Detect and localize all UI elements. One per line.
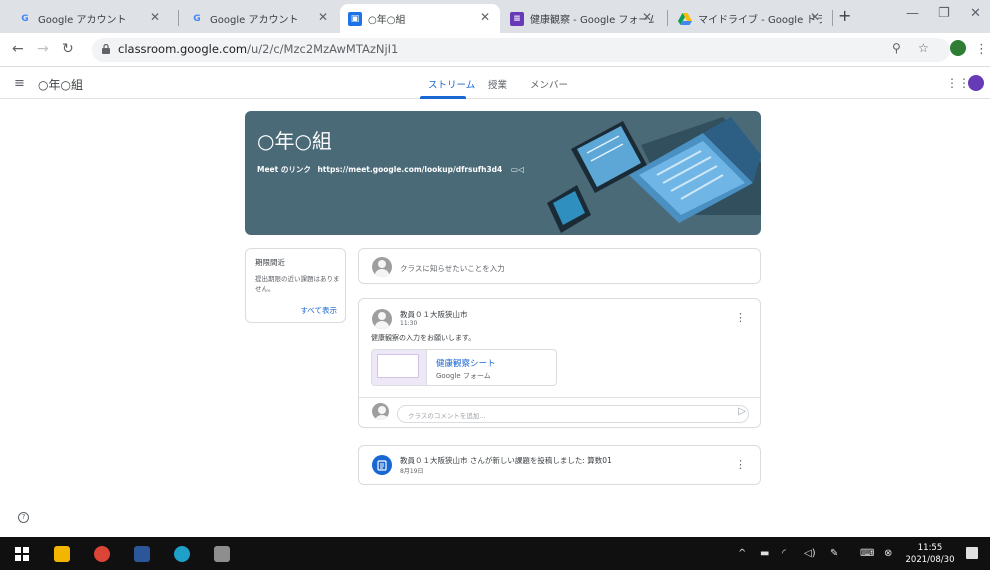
browser-toolbar: ← → ↻ classroom.google.com/u/2/c/Mzc2MzA… [0, 33, 990, 67]
tab-separator [667, 10, 668, 26]
close-window-icon[interactable]: ✕ [970, 6, 981, 21]
battery-icon[interactable]: ▬ [760, 548, 769, 559]
close-tab-icon[interactable]: ✕ [642, 10, 652, 24]
comment-row: クラスのコメントを追加... ▷ [359, 397, 760, 427]
google-g-icon: G [193, 13, 201, 24]
close-tab-icon[interactable]: ✕ [318, 10, 328, 24]
browser-tab[interactable]: G Google アカウント ✕ [10, 4, 170, 33]
browser-tab-active[interactable]: ▣ ○年○組 ✕ [340, 4, 500, 33]
assignment-date: 8月19日 [400, 468, 424, 475]
tab-stream[interactable]: ストリーム [428, 77, 475, 91]
announce-placeholder[interactable]: クラスに知らせたいことを入力 [400, 263, 505, 274]
upcoming-body: 提出期限の近い課題はありません。 [255, 275, 340, 293]
browser-menu-icon[interactable]: ⋮ [975, 42, 988, 57]
assignment-text[interactable]: 教員０１大阪狭山市 さんが新しい課題を投稿しました: 算数01 [400, 455, 612, 466]
view-all-link[interactable]: すべて表示 [300, 305, 337, 316]
edge-icon[interactable] [174, 546, 190, 562]
forward-arrow-icon[interactable]: → [37, 41, 49, 57]
google-drive-icon [678, 12, 692, 26]
close-tab-icon[interactable]: ✕ [150, 10, 160, 24]
browser-tab[interactable]: マイドライブ - Google ドライブ ✕ [670, 4, 830, 33]
author-avatar [372, 309, 392, 329]
clock-time: 11:55 [917, 543, 943, 553]
google-g-icon: G [21, 13, 29, 24]
notification-icon[interactable] [966, 547, 978, 559]
tray-chevron-icon[interactable]: ^ [738, 548, 746, 559]
close-tab-icon[interactable]: ✕ [810, 10, 820, 24]
restore-icon[interactable]: ❐ [938, 6, 950, 21]
clock-date: 2021/08/30 [905, 555, 955, 565]
back-arrow-icon[interactable]: ← [12, 41, 24, 57]
minimize-icon[interactable]: — [906, 6, 919, 21]
more-options-icon[interactable]: ⋮ [735, 458, 746, 471]
tab-separator [178, 10, 179, 26]
volume-icon[interactable]: ◁) [804, 548, 816, 559]
assignment-card[interactable]: 教員０１大阪狭山市 さんが新しい課題を投稿しました: 算数01 8月19日 ⋮ [358, 445, 761, 485]
form-attachment[interactable]: 健康観察シート Google フォーム [371, 349, 557, 386]
browser-tab-strip: G Google アカウント ✕ G Google アカウント ✕ ▣ ○年○組… [0, 0, 990, 33]
hamburger-menu-icon[interactable]: ≡ [14, 76, 25, 91]
browser-tab[interactable]: G Google アカウント ✕ [182, 4, 338, 33]
word-icon[interactable] [134, 546, 150, 562]
bookmark-star-icon[interactable]: ☆ [918, 41, 929, 55]
chrome-icon[interactable] [94, 546, 110, 562]
reload-icon[interactable]: ↻ [62, 41, 74, 57]
keyboard-icon[interactable]: ⌨ [860, 548, 874, 559]
post-author: 教員０１大阪狭山市 [400, 310, 468, 319]
tab-separator [832, 10, 833, 26]
classroom-header: ≡ ○年○組 ストリーム 授業 メンバー ⋮⋮⋮ [0, 68, 990, 99]
post-card: 教員０１大阪狭山市 11:30 ⋮ 健康観察の入力をお願いします。 健康観察シー… [358, 298, 761, 428]
browser-profile-icon[interactable] [950, 40, 966, 56]
google-forms-icon: ≡ [510, 11, 524, 26]
file-explorer-icon[interactable] [54, 546, 70, 562]
class-title[interactable]: ○年○組 [38, 76, 83, 93]
pen-icon[interactable]: ✎ [830, 548, 838, 559]
attachment-thumbnail [372, 350, 427, 385]
banner-title: ○年○組 [257, 129, 332, 153]
more-options-icon[interactable]: ⋮ [735, 311, 746, 324]
attachment-type: Google フォーム [436, 372, 491, 380]
active-tab-indicator [420, 96, 466, 99]
attachment-title[interactable]: 健康観察シート [436, 357, 496, 369]
meet-label: Meet のリンク [257, 165, 311, 174]
upcoming-card: 期限間近 提出期限の近い課題はありません。 すべて表示 [245, 248, 346, 323]
class-banner: ○年○組 Meet のリンク https://meet.google.com/l… [245, 111, 761, 235]
windows-start-icon[interactable] [14, 546, 30, 562]
classroom-icon: ▣ [348, 11, 362, 26]
meet-link-row: Meet のリンク https://meet.google.com/lookup… [257, 164, 524, 175]
upcoming-title: 期限間近 [255, 258, 285, 267]
paint-icon[interactable] [214, 546, 230, 562]
assignment-icon [372, 455, 392, 475]
announce-box[interactable]: クラスに知らせたいことを入力 [358, 248, 761, 284]
zoom-icon[interactable]: ⚲ [892, 41, 901, 55]
wifi-icon[interactable]: ◜ [782, 548, 786, 559]
new-tab-button[interactable]: + [838, 6, 851, 25]
comment-input[interactable]: クラスのコメントを追加... [397, 405, 749, 423]
post-body: 健康観察の入力をお願いします。 [371, 334, 476, 342]
tab-classwork[interactable]: 授業 [488, 77, 507, 91]
meet-link[interactable]: https://meet.google.com/lookup/dfrsufh3d… [317, 165, 502, 174]
commenter-avatar [372, 403, 389, 420]
send-icon[interactable]: ▷ [738, 406, 746, 417]
tab-people[interactable]: メンバー [530, 77, 568, 91]
lock-icon [102, 44, 110, 54]
url-text: classroom.google.com/u/2/c/Mzc2MzAwMTAzN… [118, 42, 399, 56]
address-bar[interactable]: classroom.google.com/u/2/c/Mzc2MzAwMTAzN… [92, 38, 950, 62]
browser-tab[interactable]: ≡ 健康観察 - Google フォーム ✕ [502, 4, 662, 33]
user-avatar [372, 257, 392, 277]
close-tab-icon[interactable]: ✕ [480, 10, 490, 24]
post-time: 11:30 [400, 320, 418, 327]
x-circle-icon[interactable]: ⊗ [884, 548, 892, 559]
help-icon[interactable]: ? [18, 512, 29, 523]
video-camera-icon[interactable]: ▭◁ [511, 165, 524, 174]
windows-taskbar: ^ ▬ ◜ ◁) ✎ ⌨ ⊗ 11:55 2021/08/30 [0, 537, 990, 570]
clock[interactable]: 11:55 2021/08/30 [904, 542, 956, 566]
account-avatar[interactable] [968, 75, 984, 91]
